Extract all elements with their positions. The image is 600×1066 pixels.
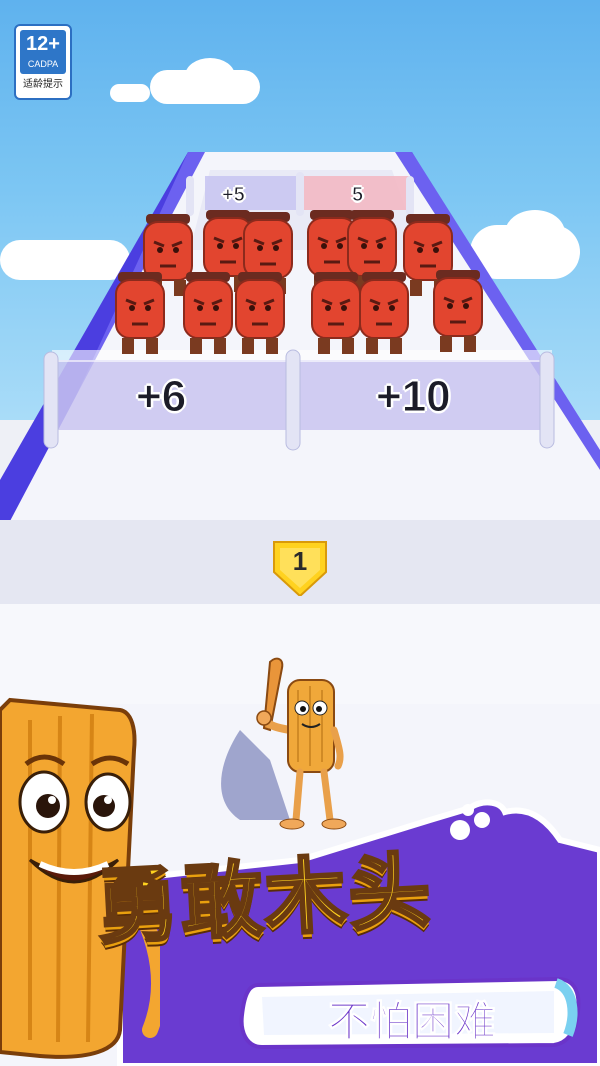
promo-subtitle: 不怕困难 — [327, 997, 496, 1047]
age-rating-org: CADPA — [27, 59, 59, 69]
age-rating-tip: 适龄提示 — [23, 79, 63, 90]
age-rating-number: 12+ — [26, 33, 60, 55]
game-scene: +5 5 +6 +10 1 12+ CADPA 适龄提示 勇敢木头 不怕困难 — [0, 0, 600, 1066]
age-rating-badge: 12+ CADPA 适龄提示 — [14, 24, 72, 100]
